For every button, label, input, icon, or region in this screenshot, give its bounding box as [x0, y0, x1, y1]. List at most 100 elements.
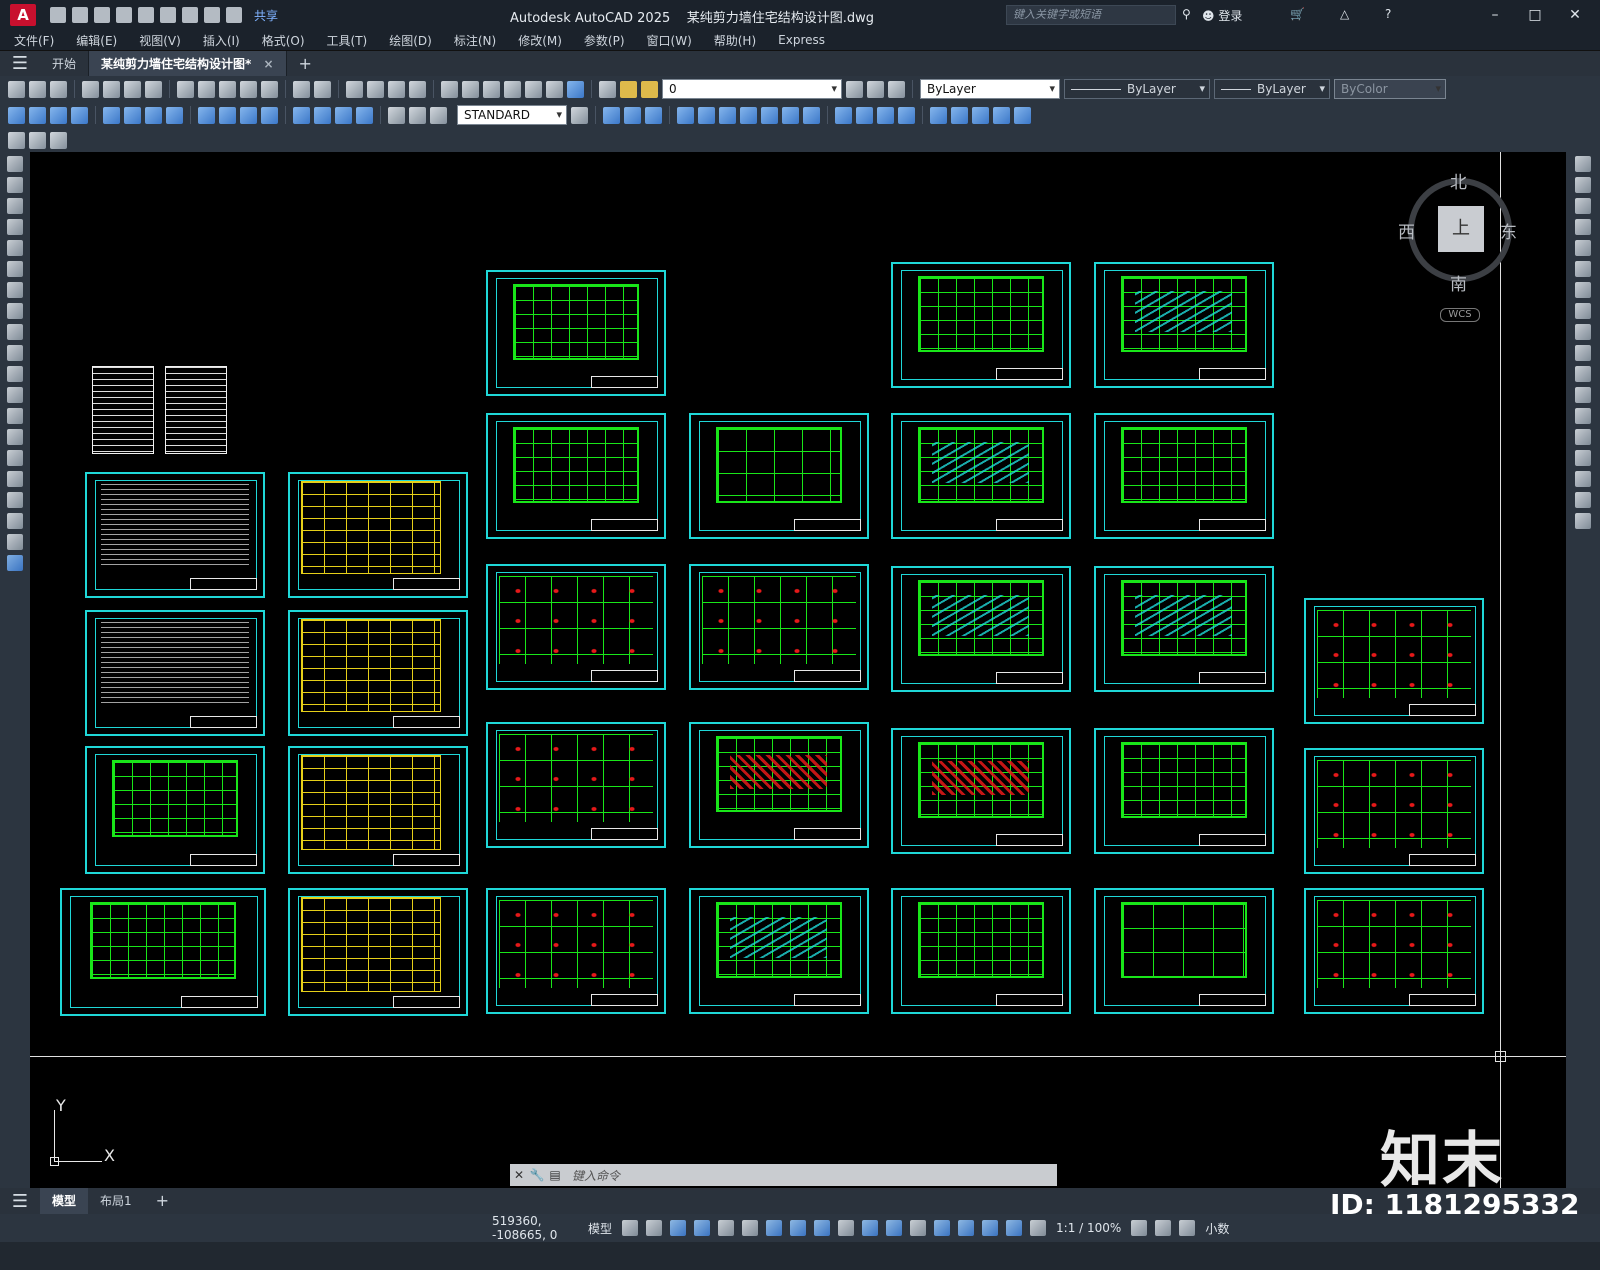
drawing-sheet[interactable] — [1094, 413, 1274, 539]
search-input[interactable]: 键入关键字或短语 — [1006, 5, 1176, 25]
recent-commands-icon[interactable]: ▤ — [546, 1168, 564, 1182]
coordinates-readout[interactable]: 519360, -108665, 0 — [492, 1214, 588, 1242]
dimension-style-dropdown[interactable]: STANDARD — [457, 105, 567, 125]
markup-icon[interactable] — [525, 80, 542, 98]
drawing-sheet[interactable] — [85, 746, 265, 874]
menu-tools[interactable]: 工具(T) — [327, 32, 368, 49]
mirror-icon[interactable] — [1575, 198, 1591, 214]
plot-icon[interactable] — [182, 7, 198, 23]
new-tab-button[interactable]: + — [287, 51, 324, 77]
drawing-sheet[interactable] — [689, 564, 869, 690]
linear-dimension-icon[interactable] — [8, 106, 25, 124]
infer-constraints-icon[interactable] — [670, 1220, 687, 1236]
wcs-menu[interactable]: WCS — [1440, 308, 1480, 322]
materials-icon[interactable] — [877, 106, 894, 124]
tab-layout1[interactable]: 布局1 — [88, 1188, 144, 1214]
offset-icon[interactable] — [1575, 219, 1591, 235]
drawing-sheet[interactable] — [891, 566, 1071, 692]
menu-parametric[interactable]: 参数(P) — [584, 32, 625, 49]
circle-icon[interactable] — [7, 282, 23, 298]
drawing-sheet[interactable] — [85, 610, 265, 736]
drawing-sheet[interactable] — [1094, 262, 1274, 388]
selection-cycling-icon[interactable] — [886, 1220, 903, 1236]
undo-icon[interactable] — [204, 7, 220, 23]
object-snap-tracking-icon[interactable] — [790, 1220, 807, 1236]
close-window-button[interactable]: ✕ — [1560, 4, 1590, 26]
construction-line-icon[interactable] — [7, 177, 23, 193]
ucs-icon[interactable] — [930, 106, 947, 124]
viewcube[interactable]: 北 南 东 西 上 WCS — [1398, 168, 1517, 322]
visual-style-icon[interactable] — [835, 106, 852, 124]
menu-file[interactable]: 文件(F) — [14, 32, 54, 49]
3d-print-icon[interactable] — [145, 80, 162, 98]
hamburger-menu-icon[interactable]: ☰ — [0, 53, 40, 74]
jogged-icon[interactable] — [124, 106, 141, 124]
drawing-sheet[interactable] — [891, 728, 1071, 854]
thicken-icon[interactable] — [803, 106, 820, 124]
tab-active-document[interactable]: 某纯剪力墙住宅结构设计图* × — [89, 50, 287, 77]
angular-icon[interactable] — [166, 106, 183, 124]
autocad-logo-button[interactable]: A — [10, 4, 36, 26]
color-dropdown[interactable]: ByLayer — [920, 79, 1060, 99]
break-at-point-icon[interactable] — [1575, 387, 1591, 403]
lineweight-dropdown[interactable]: ByLayer — [1214, 79, 1330, 99]
dimension-text-edit-icon[interactable] — [409, 106, 426, 124]
move-icon[interactable] — [1575, 261, 1591, 277]
arc-length-icon[interactable] — [50, 106, 67, 124]
spline-icon[interactable] — [7, 324, 23, 340]
linetype-dropdown[interactable]: ByLayer — [1064, 79, 1210, 99]
ellipse-arc-icon[interactable] — [7, 366, 23, 382]
paste-icon[interactable] — [219, 80, 236, 98]
polar-icon[interactable] — [742, 1220, 759, 1236]
scale-icon[interactable] — [1575, 303, 1591, 319]
command-input[interactable]: 键入命令 — [572, 1167, 620, 1184]
drawing-sheet[interactable] — [891, 888, 1071, 1014]
dimension-style-icon[interactable] — [571, 106, 588, 124]
tab-model[interactable]: 模型 — [40, 1188, 89, 1214]
trim-icon[interactable] — [1575, 345, 1591, 361]
3d-osnap-icon[interactable] — [910, 1220, 927, 1236]
drawing-sheet[interactable] — [288, 888, 468, 1016]
sweep-icon[interactable] — [719, 106, 736, 124]
viewcube-top-face[interactable]: 上 — [1438, 206, 1484, 252]
save-as-icon[interactable] — [116, 7, 132, 23]
menu-view[interactable]: 视图(V) — [139, 32, 181, 49]
ellipse-icon[interactable] — [7, 345, 23, 361]
array-icon[interactable] — [1575, 240, 1591, 256]
open-file-icon[interactable] — [72, 7, 88, 23]
layer-on-icon[interactable] — [620, 80, 637, 98]
calculator-icon[interactable] — [546, 80, 563, 98]
open-icon[interactable] — [29, 80, 46, 98]
rectangle-icon[interactable] — [7, 240, 23, 256]
annotation-monitor-icon[interactable] — [1155, 1220, 1172, 1236]
chamfer-icon[interactable] — [1575, 450, 1591, 466]
menu-edit[interactable]: 编辑(E) — [76, 32, 117, 49]
diameter-icon[interactable] — [145, 106, 162, 124]
model-space-toggle[interactable]: 模型 — [588, 1220, 612, 1237]
help-button[interactable]: ? — [1385, 7, 1391, 21]
menu-modify[interactable]: 修改(M) — [518, 32, 562, 49]
drawing-sheet[interactable] — [85, 472, 265, 598]
gradient-icon[interactable] — [7, 471, 23, 487]
minimize-button[interactable]: – — [1480, 4, 1510, 26]
pan-icon[interactable] — [346, 80, 363, 98]
drawing-sheet[interactable] — [891, 262, 1071, 388]
open-from-web-icon[interactable] — [138, 7, 154, 23]
tool-palettes-icon[interactable] — [483, 80, 500, 98]
join-icon[interactable] — [1575, 429, 1591, 445]
lineweight-icon[interactable] — [838, 1220, 855, 1236]
render-icon[interactable] — [856, 106, 873, 124]
menu-format[interactable]: 格式(O) — [262, 32, 305, 49]
jogged-linear-icon[interactable] — [356, 106, 373, 124]
save-to-web-icon[interactable] — [160, 7, 176, 23]
insert-block-icon[interactable] — [7, 387, 23, 403]
quick-dimension-icon[interactable] — [198, 106, 215, 124]
drawing-sheet[interactable] — [288, 610, 468, 736]
viewcube-north[interactable]: 北 — [1450, 168, 1467, 193]
search-icon[interactable]: ⚲ — [1182, 7, 1191, 21]
multiline-text-icon[interactable] — [7, 534, 23, 550]
drawing-sheet[interactable] — [486, 564, 666, 690]
isodraft-icon[interactable] — [766, 1220, 783, 1236]
layer-states-icon[interactable] — [888, 80, 905, 98]
drawing-sheet[interactable] — [891, 413, 1071, 539]
